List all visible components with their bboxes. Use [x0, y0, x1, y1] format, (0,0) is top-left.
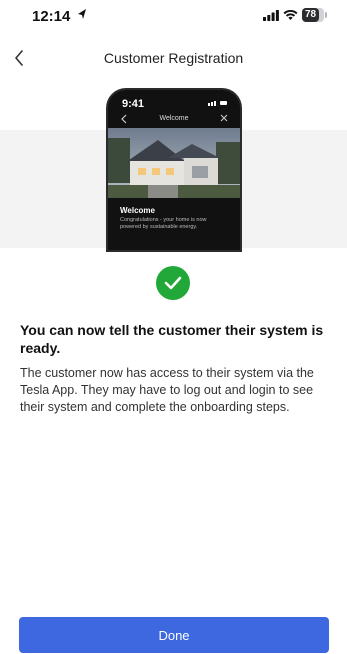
- wifi-icon: [283, 9, 298, 20]
- battery-level: 78: [302, 8, 319, 22]
- status-bar: 12:14 78: [0, 0, 347, 34]
- success-check-icon: [156, 266, 190, 300]
- status-time: 12:14: [32, 8, 71, 25]
- phone-welcome-heading: Welcome: [120, 206, 155, 215]
- confirmation-body: The customer now has access to their sys…: [20, 366, 314, 414]
- nav-bar: Customer Registration: [0, 40, 347, 76]
- phone-preview-image: 9:41 Welcome Welcome Congratulations - y…: [108, 90, 240, 250]
- phone-close-icon: [220, 114, 228, 122]
- house-photo: [108, 128, 240, 198]
- done-button[interactable]: Done: [19, 617, 329, 653]
- phone-welcome-subtext: Congratulations - your home is now power…: [120, 217, 207, 230]
- cellular-signal-icon: [263, 10, 279, 21]
- confirmation-headline: You can now tell the customer their syst…: [20, 322, 324, 356]
- location-arrow-icon: [78, 9, 86, 19]
- battery-icon: 78: [302, 8, 328, 22]
- phone-preview-time: 9:41: [122, 98, 145, 110]
- phone-status-icons: [208, 101, 227, 106]
- page-title: Customer Registration: [103, 50, 244, 66]
